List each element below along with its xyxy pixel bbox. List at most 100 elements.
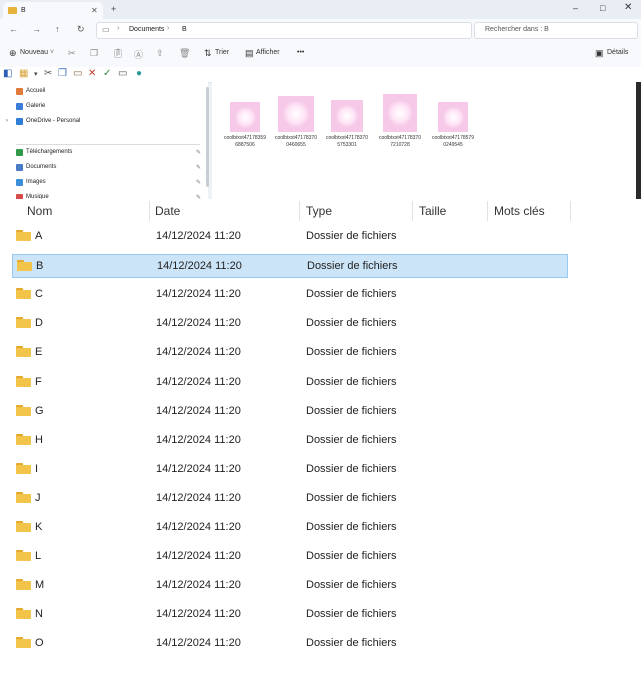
search-input[interactable]: Rechercher dans : B	[474, 22, 638, 39]
nav-label: Documents	[26, 164, 57, 170]
folder-name: L	[35, 550, 42, 563]
column-separator[interactable]	[149, 201, 150, 221]
expand-chevron-icon[interactable]: ›	[6, 118, 8, 124]
breadcrumb-separator: ›	[167, 25, 170, 32]
folder-icon	[16, 317, 31, 329]
rename-icon[interactable]: Ⓐ	[134, 48, 143, 61]
copy-icon[interactable]: ❐	[58, 68, 67, 79]
file-content-area: coolbtxxt47178359 6887506 coolbtxxt471783…	[212, 82, 641, 199]
folder-type: Dossier de fichiers	[306, 637, 397, 650]
nav-scrollbar[interactable]	[206, 87, 209, 187]
classic-toolbar: ◧ ▦ ▾ ✂ ❐ ▭ ✕ ✓ ▭ ●	[0, 67, 641, 83]
column-type[interactable]: Type	[306, 204, 332, 218]
new-tab-button[interactable]: +	[111, 4, 116, 14]
more-options-button[interactable]: •••	[297, 49, 304, 56]
folder-options-icon[interactable]: ▦	[19, 68, 28, 79]
breadcrumb-current[interactable]: B	[182, 26, 187, 33]
thumbnail-image	[438, 102, 468, 132]
folder-date: 14/12/2024 11:20	[156, 288, 241, 301]
column-separator[interactable]	[299, 201, 300, 221]
folder-name: O	[35, 637, 44, 650]
folder-icon	[8, 7, 17, 14]
navigation-pane: Accueil Galerie › OneDrive - Personal Té…	[0, 82, 208, 199]
folder-row-o[interactable]: O 14/12/2024 11:20 Dossier de fichiers	[12, 632, 568, 656]
thumbnail-image	[383, 94, 417, 132]
maximize-button[interactable]: □	[600, 3, 605, 13]
folder-type: Dossier de fichiers	[307, 260, 398, 273]
up-icon[interactable]: ↑	[55, 24, 60, 34]
paste-icon[interactable]: ▭	[73, 68, 82, 79]
nav-label: Galerie	[26, 103, 46, 109]
image-thumbnail[interactable]: coolbtxxt47178370 5753301	[317, 96, 377, 149]
folder-row-i[interactable]: I 14/12/2024 11:20 Dossier de fichiers	[12, 458, 568, 482]
address-row: ← → ↑ ↻ ▭ › Documents › B Rechercher dan…	[0, 19, 641, 41]
folder-name: I	[35, 462, 39, 475]
thumbnail-caption: coolbtxxt47178370 7210728	[379, 135, 421, 148]
cut-icon[interactable]: ✂	[68, 48, 76, 59]
column-name[interactable]: Nom	[27, 204, 52, 218]
view-button[interactable]: Afficher	[256, 49, 280, 56]
folder-row-k[interactable]: K 14/12/2024 11:20 Dossier de fichiers	[12, 516, 568, 540]
gallery-icon	[16, 103, 23, 110]
delete-icon[interactable]: ✕	[88, 68, 96, 79]
folder-row-b[interactable]: B 14/12/2024 11:20 Dossier de fichiers	[12, 254, 568, 279]
folder-date: 14/12/2024 11:20	[156, 491, 241, 504]
folder-type: Dossier de fichiers	[306, 230, 397, 242]
column-tags[interactable]: Mots clés	[494, 204, 545, 218]
column-date[interactable]: Date	[155, 204, 180, 218]
folder-row-n[interactable]: N 14/12/2024 11:20 Dossier de fichiers	[12, 603, 568, 627]
check-icon[interactable]: ✓	[103, 68, 111, 79]
folder-name: H	[35, 433, 43, 446]
explorer-window: B ✕ + – □ ✕ ← → ↑ ↻ ▭ › Documents › B Re…	[0, 0, 641, 200]
tab-title: B	[21, 7, 26, 14]
address-bar[interactable]: ▭ › Documents › B	[96, 22, 472, 39]
details-button[interactable]: Détails	[607, 49, 628, 56]
paste-icon[interactable]: 📋︎	[112, 48, 123, 59]
new-button[interactable]: Nouveau	[20, 49, 48, 56]
column-size[interactable]: Taille	[419, 204, 446, 218]
folder-type: Dossier de fichiers	[306, 433, 397, 446]
folder-row-h[interactable]: H 14/12/2024 11:20 Dossier de fichiers	[12, 429, 568, 453]
column-separator[interactable]	[412, 201, 413, 221]
tab-close-icon[interactable]: ✕	[91, 6, 98, 15]
folder-row-d[interactable]: D 14/12/2024 11:20 Dossier de fichiers	[12, 312, 568, 336]
folder-name: K	[35, 521, 43, 533]
folder-icon	[16, 346, 31, 358]
delete-icon[interactable]: 🗑︎	[179, 48, 190, 59]
tab-b[interactable]: B ✕	[3, 2, 103, 19]
copy-icon[interactable]: ❐	[90, 48, 98, 59]
column-separator[interactable]	[487, 201, 488, 221]
image-thumbnail[interactable]: coolbtxxt47178370 7210728	[370, 94, 430, 149]
rename-icon[interactable]: ▭	[118, 68, 127, 79]
back-icon[interactable]: ←	[9, 24, 18, 34]
folder-date: 14/12/2024 11:20	[156, 637, 241, 650]
folder-row-j[interactable]: J 14/12/2024 11:20 Dossier de fichiers	[12, 487, 568, 511]
forward-icon[interactable]: →	[32, 24, 41, 34]
folder-row-l[interactable]: L 14/12/2024 11:20 Dossier de fichiers	[12, 545, 568, 569]
panes-icon[interactable]: ◧	[3, 68, 12, 79]
share-icon[interactable]: ⇪	[156, 48, 164, 59]
refresh-icon[interactable]: ↻	[77, 24, 85, 35]
folder-row-g[interactable]: G 14/12/2024 11:20 Dossier de fichiers	[12, 400, 568, 424]
folder-row-f[interactable]: F 14/12/2024 11:20 Dossier de fichiers	[12, 371, 568, 395]
folder-row-m[interactable]: M 14/12/2024 11:20 Dossier de fichiers	[12, 574, 568, 598]
globe-icon[interactable]: ●	[136, 68, 142, 79]
folder-type: Dossier de fichiers	[306, 288, 397, 301]
folder-date: 14/12/2024 11:20	[156, 462, 241, 475]
image-thumbnail[interactable]: coolbtxxt47178579 0249545	[423, 96, 483, 149]
breadcrumb-documents[interactable]: Documents	[129, 26, 164, 33]
sort-button[interactable]: Trier	[215, 49, 229, 56]
folder-icon	[16, 375, 31, 387]
cut-icon[interactable]: ✂	[44, 68, 52, 79]
thumbnail-image	[230, 102, 260, 132]
close-button[interactable]: ✕	[624, 2, 632, 13]
nav-divider	[16, 144, 200, 145]
dropdown-icon[interactable]: ▾	[34, 70, 38, 78]
folder-type: Dossier de fichiers	[306, 491, 397, 504]
minimize-button[interactable]: –	[573, 3, 578, 13]
folder-row-a[interactable]: A 14/12/2024 11:20 Dossier de fichiers	[12, 225, 568, 249]
column-separator[interactable]	[570, 201, 571, 221]
folder-row-e[interactable]: E 14/12/2024 11:20 Dossier de fichiers	[12, 341, 568, 365]
folder-type: Dossier de fichiers	[306, 317, 397, 330]
folder-row-c[interactable]: C 14/12/2024 11:20 Dossier de fichiers	[12, 283, 568, 307]
